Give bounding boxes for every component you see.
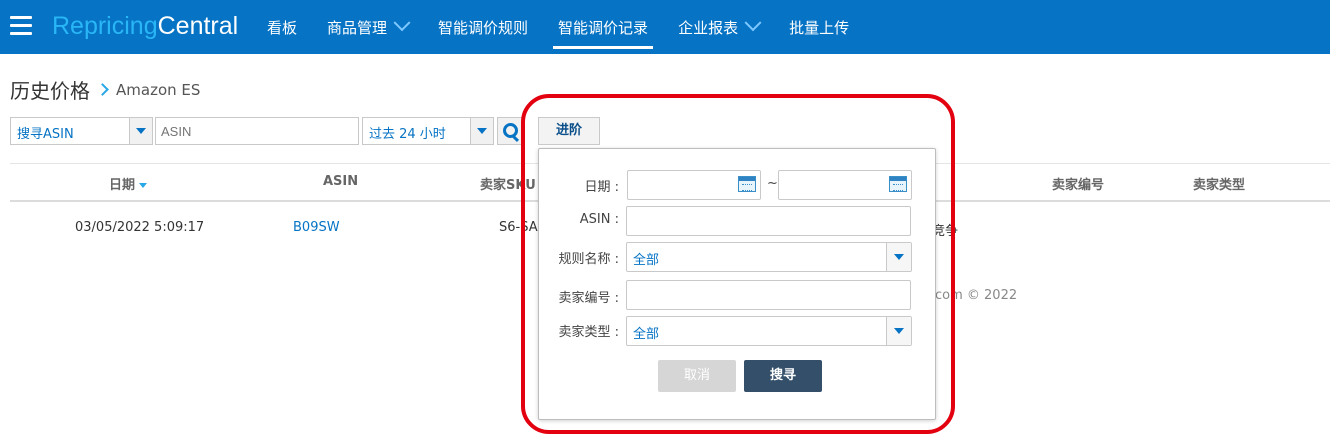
date-from-field[interactable] — [627, 170, 761, 200]
sort-desc-icon — [139, 183, 148, 188]
nav-enterprise-reports-label: 企业报表 — [678, 18, 739, 37]
nav-repricing-records-label: 智能调价记录 — [558, 18, 649, 37]
search-icon-handle — [511, 134, 520, 143]
time-range-select[interactable]: 过去 24 小时 — [362, 117, 494, 145]
calendar-icon[interactable] — [738, 176, 756, 192]
rule-name-value: 全部 — [633, 253, 660, 268]
nav-repricing-rules[interactable]: 智能调价规则 — [423, 0, 543, 54]
logo-text-repricing: Repricing — [52, 12, 158, 40]
nav-repricing-records[interactable]: 智能调价记录 — [543, 0, 663, 54]
row-date: 03/05/2022 5:09:17 — [75, 220, 205, 235]
asin-label: ASIN : — [579, 212, 619, 227]
cancel-button[interactable]: 取消 — [658, 360, 736, 392]
calendar-icon[interactable] — [889, 176, 907, 192]
top-navigation-bar: RepricingCentral 看板 商品管理 智能调价规则 智能调价记录 企… — [0, 0, 1330, 54]
column-header-seller-id[interactable]: 卖家编号 — [1052, 174, 1104, 193]
seller-id-label: 卖家编号 : — [558, 291, 619, 306]
search-submit-button[interactable]: 搜寻 — [744, 360, 822, 392]
date-to-field[interactable] — [778, 170, 912, 200]
chevron-down-icon — [393, 14, 411, 32]
date-label: 日期 : — [584, 180, 619, 195]
rule-name-label: 规则名称 : — [558, 252, 619, 267]
nav-dashboard-label: 看板 — [267, 18, 298, 37]
logo-text-central: Central — [157, 12, 239, 40]
column-header-sku[interactable]: 卖家SKU — [480, 174, 536, 193]
logo[interactable]: RepricingCentral — [52, 10, 238, 42]
hamburger-menu-icon[interactable] — [10, 16, 32, 36]
row-sku: S6-SA — [499, 220, 538, 235]
seller-id-field[interactable] — [626, 280, 911, 310]
search-type-value: 搜寻ASIN — [17, 127, 74, 142]
column-header-seller-type[interactable]: 卖家类型 — [1193, 174, 1245, 193]
column-header-date-label: 日期 — [109, 178, 136, 193]
time-range-value: 过去 24 小时 — [369, 127, 446, 142]
footer-copyright: com © 2022 — [935, 288, 1018, 303]
nav-bulk-upload-label: 批量上传 — [789, 18, 850, 37]
seller-type-label: 卖家类型 : — [558, 325, 619, 340]
column-header-date[interactable]: 日期 — [109, 174, 148, 193]
main-nav: 看板 商品管理 智能调价规则 智能调价记录 企业报表 批量上传 — [252, 0, 864, 54]
nav-enterprise-reports[interactable]: 企业报表 — [663, 0, 774, 54]
nav-repricing-rules-label: 智能调价规则 — [438, 18, 529, 37]
row-asin-link[interactable]: B09SW — [293, 220, 340, 235]
dropdown-arrow-icon[interactable] — [470, 118, 493, 144]
search-button[interactable] — [497, 117, 523, 145]
nav-product-management-label: 商品管理 — [327, 18, 388, 37]
dropdown-arrow-icon[interactable] — [886, 317, 911, 345]
rule-name-select[interactable]: 全部 — [626, 242, 912, 272]
seller-type-value: 全部 — [633, 327, 660, 342]
page-title: 历史价格 — [10, 79, 90, 103]
nav-bulk-upload[interactable]: 批量上传 — [774, 0, 864, 54]
advanced-search-popup: 日期 : ~ ASIN : 规则名称 : 全部 卖家编号 : 卖家类型 : 全部… — [538, 148, 936, 420]
dropdown-arrow-icon[interactable] — [129, 118, 152, 144]
nav-product-management[interactable]: 商品管理 — [312, 0, 423, 54]
date-range-separator: ~ — [767, 176, 778, 191]
dropdown-arrow-icon[interactable] — [886, 243, 911, 271]
nav-dashboard[interactable]: 看板 — [252, 0, 312, 54]
advanced-button[interactable]: 进阶 — [538, 117, 600, 145]
chevron-down-icon — [744, 14, 762, 32]
asin-search-input[interactable] — [155, 117, 359, 145]
column-header-asin[interactable]: ASIN — [323, 174, 358, 189]
search-type-select[interactable]: 搜寻ASIN — [10, 117, 153, 145]
breadcrumb: 历史价格 Amazon ES — [10, 75, 200, 104]
seller-type-select[interactable]: 全部 — [626, 316, 912, 346]
chevron-right-icon — [96, 83, 109, 96]
asin-field[interactable] — [626, 206, 911, 236]
breadcrumb-marketplace[interactable]: Amazon ES — [116, 81, 200, 99]
